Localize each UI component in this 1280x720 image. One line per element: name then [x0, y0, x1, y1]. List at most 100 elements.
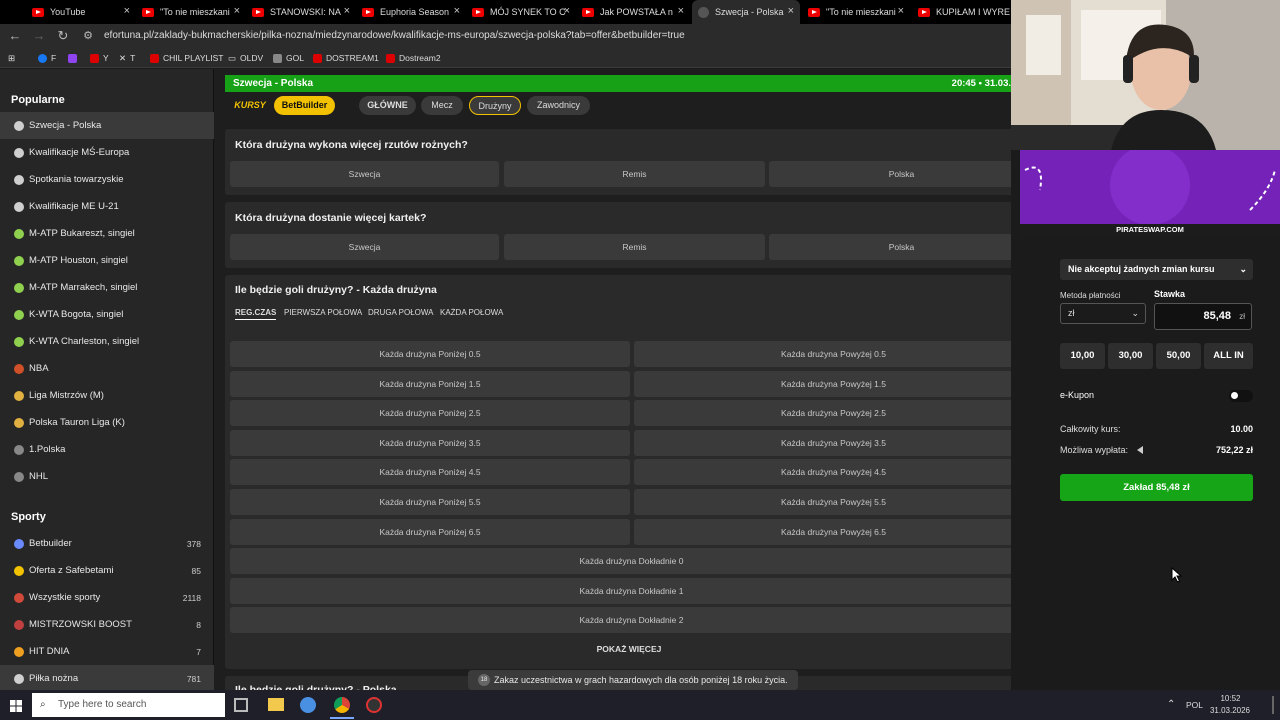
tab-zawodnicy[interactable]: Zawodnicy	[527, 96, 590, 115]
bookmark-dostream1[interactable]: DOSTREAM1	[313, 51, 379, 65]
language-indicator[interactable]: POL	[1186, 700, 1203, 710]
odds-button-exact[interactable]: Każda drużyna Dokładnie 2	[230, 607, 1033, 634]
bookmark-chil-playlist[interactable]: CHIL PLAYLIST	[150, 51, 223, 65]
sidebar-item[interactable]: M-ATP Houston, singiel	[0, 247, 214, 274]
tab-2[interactable]: "To nie mieszkani ×	[136, 0, 246, 24]
close-icon[interactable]: ×	[678, 6, 684, 17]
odds-button-over[interactable]: Każda drużyna Powyżej 5.5	[634, 489, 1033, 515]
close-icon[interactable]: ×	[788, 6, 794, 17]
sidebar-item[interactable]: Polska Tauron Liga (K)	[0, 409, 214, 436]
url-field[interactable]: efortuna.pl/zaklady-bukmacherskie/pilka-…	[104, 28, 685, 44]
back-arrow-icon[interactable]: ←	[7, 28, 23, 44]
odds-button-under[interactable]: Każda drużyna Poniżej 5.5	[230, 489, 630, 515]
sport-item[interactable]: Betbuilder 378	[0, 530, 214, 557]
bookmark-x[interactable]: ✕ T	[119, 51, 135, 65]
bookmark-dostream2[interactable]: Dostream2	[386, 51, 441, 65]
close-icon[interactable]: ×	[898, 6, 904, 17]
sport-item[interactable]: MISTRZOWSKI BOOST 8	[0, 611, 214, 638]
odds-button-over[interactable]: Każda drużyna Powyżej 2.5	[634, 400, 1033, 427]
odds-button-under[interactable]: Każda drużyna Poniżej 2.5	[230, 400, 630, 427]
odds-button-remis[interactable]: Remis	[504, 234, 765, 260]
bookmark-gol[interactable]: GOL	[273, 51, 304, 65]
sidebar-item[interactable]: Kwalifikacje ME U-21	[0, 193, 214, 220]
bookmark-facebook[interactable]: F	[38, 51, 56, 65]
sport-item[interactable]: Wszystkie sporty 2118	[0, 584, 214, 611]
odds-button-polska[interactable]: Polska	[769, 234, 1034, 260]
odds-button-over[interactable]: Każda drużyna Powyżej 3.5	[634, 429, 1033, 456]
show-more-button[interactable]: POKAŻ WIĘCEJ	[225, 644, 1033, 654]
close-icon[interactable]: ×	[564, 6, 570, 17]
show-desktop-button[interactable]	[1272, 696, 1274, 714]
subtab-kazda[interactable]: KAŻDA POŁOWA	[440, 308, 503, 317]
bookmark-twitch[interactable]	[68, 51, 81, 65]
sidebar-item[interactable]: Kwalifikacje MŚ-Europa	[0, 139, 214, 166]
kursy-label[interactable]: KURSY	[230, 96, 270, 115]
subtab-druga[interactable]: DRUGA POŁOWA	[368, 308, 434, 317]
close-icon[interactable]: ×	[344, 6, 350, 17]
odds-button-under[interactable]: Każda drużyna Poniżej 0.5	[230, 341, 630, 367]
windows-start-icon[interactable]	[10, 699, 22, 712]
sidebar-item[interactable]: M-ATP Marrakech, singiel	[0, 274, 214, 301]
odds-button-under[interactable]: Każda drużyna Poniżej 3.5	[230, 429, 630, 456]
sidebar-item[interactable]: Liga Mistrzów (M)	[0, 382, 214, 409]
site-settings-icon[interactable]: ⚙	[80, 28, 96, 44]
sidebar-item[interactable]: 1.Polska	[0, 436, 214, 463]
forward-arrow-icon[interactable]: →	[31, 28, 47, 44]
stake-chip-30[interactable]: 30,00	[1108, 343, 1153, 369]
stake-chip-all-in[interactable]: ALL IN	[1204, 343, 1253, 369]
triangle-left-icon[interactable]	[1137, 446, 1143, 454]
task-view-icon[interactable]	[234, 698, 248, 712]
odds-change-select[interactable]: Nie akceptuj żadnych zmian kursu ⌄	[1060, 259, 1253, 280]
bookmark-youtube[interactable]: Y	[90, 51, 109, 65]
tab-5[interactable]: MÓJ SYNEK TO C ×	[466, 0, 576, 24]
close-icon[interactable]: ×	[234, 6, 240, 17]
tab-9[interactable]: KUPIŁAM I WYRE	[912, 0, 1012, 24]
betbuilder-pill[interactable]: BetBuilder	[274, 96, 335, 115]
obs-icon[interactable]	[366, 697, 382, 713]
sidebar-item[interactable]: Szwecja - Polska	[0, 112, 214, 139]
clock-time[interactable]: 10:52	[1208, 694, 1253, 703]
tab-4[interactable]: Euphoria Season ×	[356, 0, 466, 24]
subtab-reg-czas[interactable]: REG.CZAS	[235, 308, 277, 320]
tab-youtube[interactable]: YouTube ×	[26, 0, 136, 24]
sidebar-item[interactable]: M-ATP Bukareszt, singiel	[0, 220, 214, 247]
sidebar-item[interactable]: K-WTA Bogota, singiel	[0, 301, 214, 328]
stake-chip-10[interactable]: 10,00	[1060, 343, 1105, 369]
tab-mecz[interactable]: Mecz	[421, 96, 463, 115]
odds-button-under[interactable]: Każda drużyna Poniżej 6.5	[230, 518, 630, 545]
odds-button-polska[interactable]: Polska	[769, 161, 1034, 187]
sidebar-item[interactable]: K-WTA Charleston, singiel	[0, 328, 214, 355]
tab-druzyny[interactable]: Drużyny	[469, 96, 521, 115]
tab-3[interactable]: STANOWSKI: NA ×	[246, 0, 356, 24]
apps-grid-icon[interactable]: ⊞	[8, 51, 15, 65]
odds-button-szwecja[interactable]: Szwecja	[230, 161, 499, 187]
odds-button-over[interactable]: Każda drużyna Powyżej 6.5	[634, 518, 1033, 545]
file-explorer-icon[interactable]	[268, 698, 284, 711]
stake-input[interactable]: 85,48 zł	[1154, 303, 1252, 330]
tab-glowne[interactable]: GŁÓWNE	[359, 96, 416, 115]
odds-button-over[interactable]: Każda drużyna Powyżej 0.5	[634, 341, 1033, 367]
chrome-icon[interactable]	[334, 697, 350, 713]
odds-button-exact[interactable]: Każda drużyna Dokładnie 0	[230, 548, 1033, 574]
odds-button-over[interactable]: Każda drużyna Powyżej 1.5	[634, 370, 1033, 397]
tab-6[interactable]: Jak POWSTAŁA n ×	[576, 0, 690, 24]
stake-chip-50[interactable]: 50,00	[1156, 343, 1201, 369]
odds-button-under[interactable]: Każda drużyna Poniżej 4.5	[230, 459, 630, 486]
payment-method-select[interactable]: zł ⌄	[1060, 303, 1146, 324]
tab-8[interactable]: "To nie mieszkani ×	[802, 0, 910, 24]
close-icon[interactable]: ×	[454, 6, 460, 17]
taskbar-search-input[interactable]: ⌕ Type here to search	[32, 693, 225, 717]
sport-item[interactable]: Piłka nożna 781	[0, 665, 214, 692]
odds-button-szwecja[interactable]: Szwecja	[230, 234, 499, 260]
reload-icon[interactable]: ↻	[55, 28, 71, 44]
sport-item[interactable]: HIT DNIA 7	[0, 638, 214, 665]
odds-button-exact[interactable]: Każda drużyna Dokładnie 1	[230, 577, 1033, 604]
subtab-pierwsza[interactable]: PIERWSZA POŁOWA	[284, 308, 362, 317]
chevron-up-icon[interactable]: ⌃	[1167, 699, 1175, 710]
app-icon[interactable]	[300, 697, 316, 713]
clock-date[interactable]: 31.03.2026	[1205, 706, 1255, 715]
tab-active[interactable]: Szwecja - Polska ×	[692, 0, 800, 24]
odds-button-remis[interactable]: Remis	[504, 161, 765, 187]
ecoupon-toggle[interactable]	[1229, 390, 1253, 402]
close-icon[interactable]: ×	[124, 6, 130, 17]
